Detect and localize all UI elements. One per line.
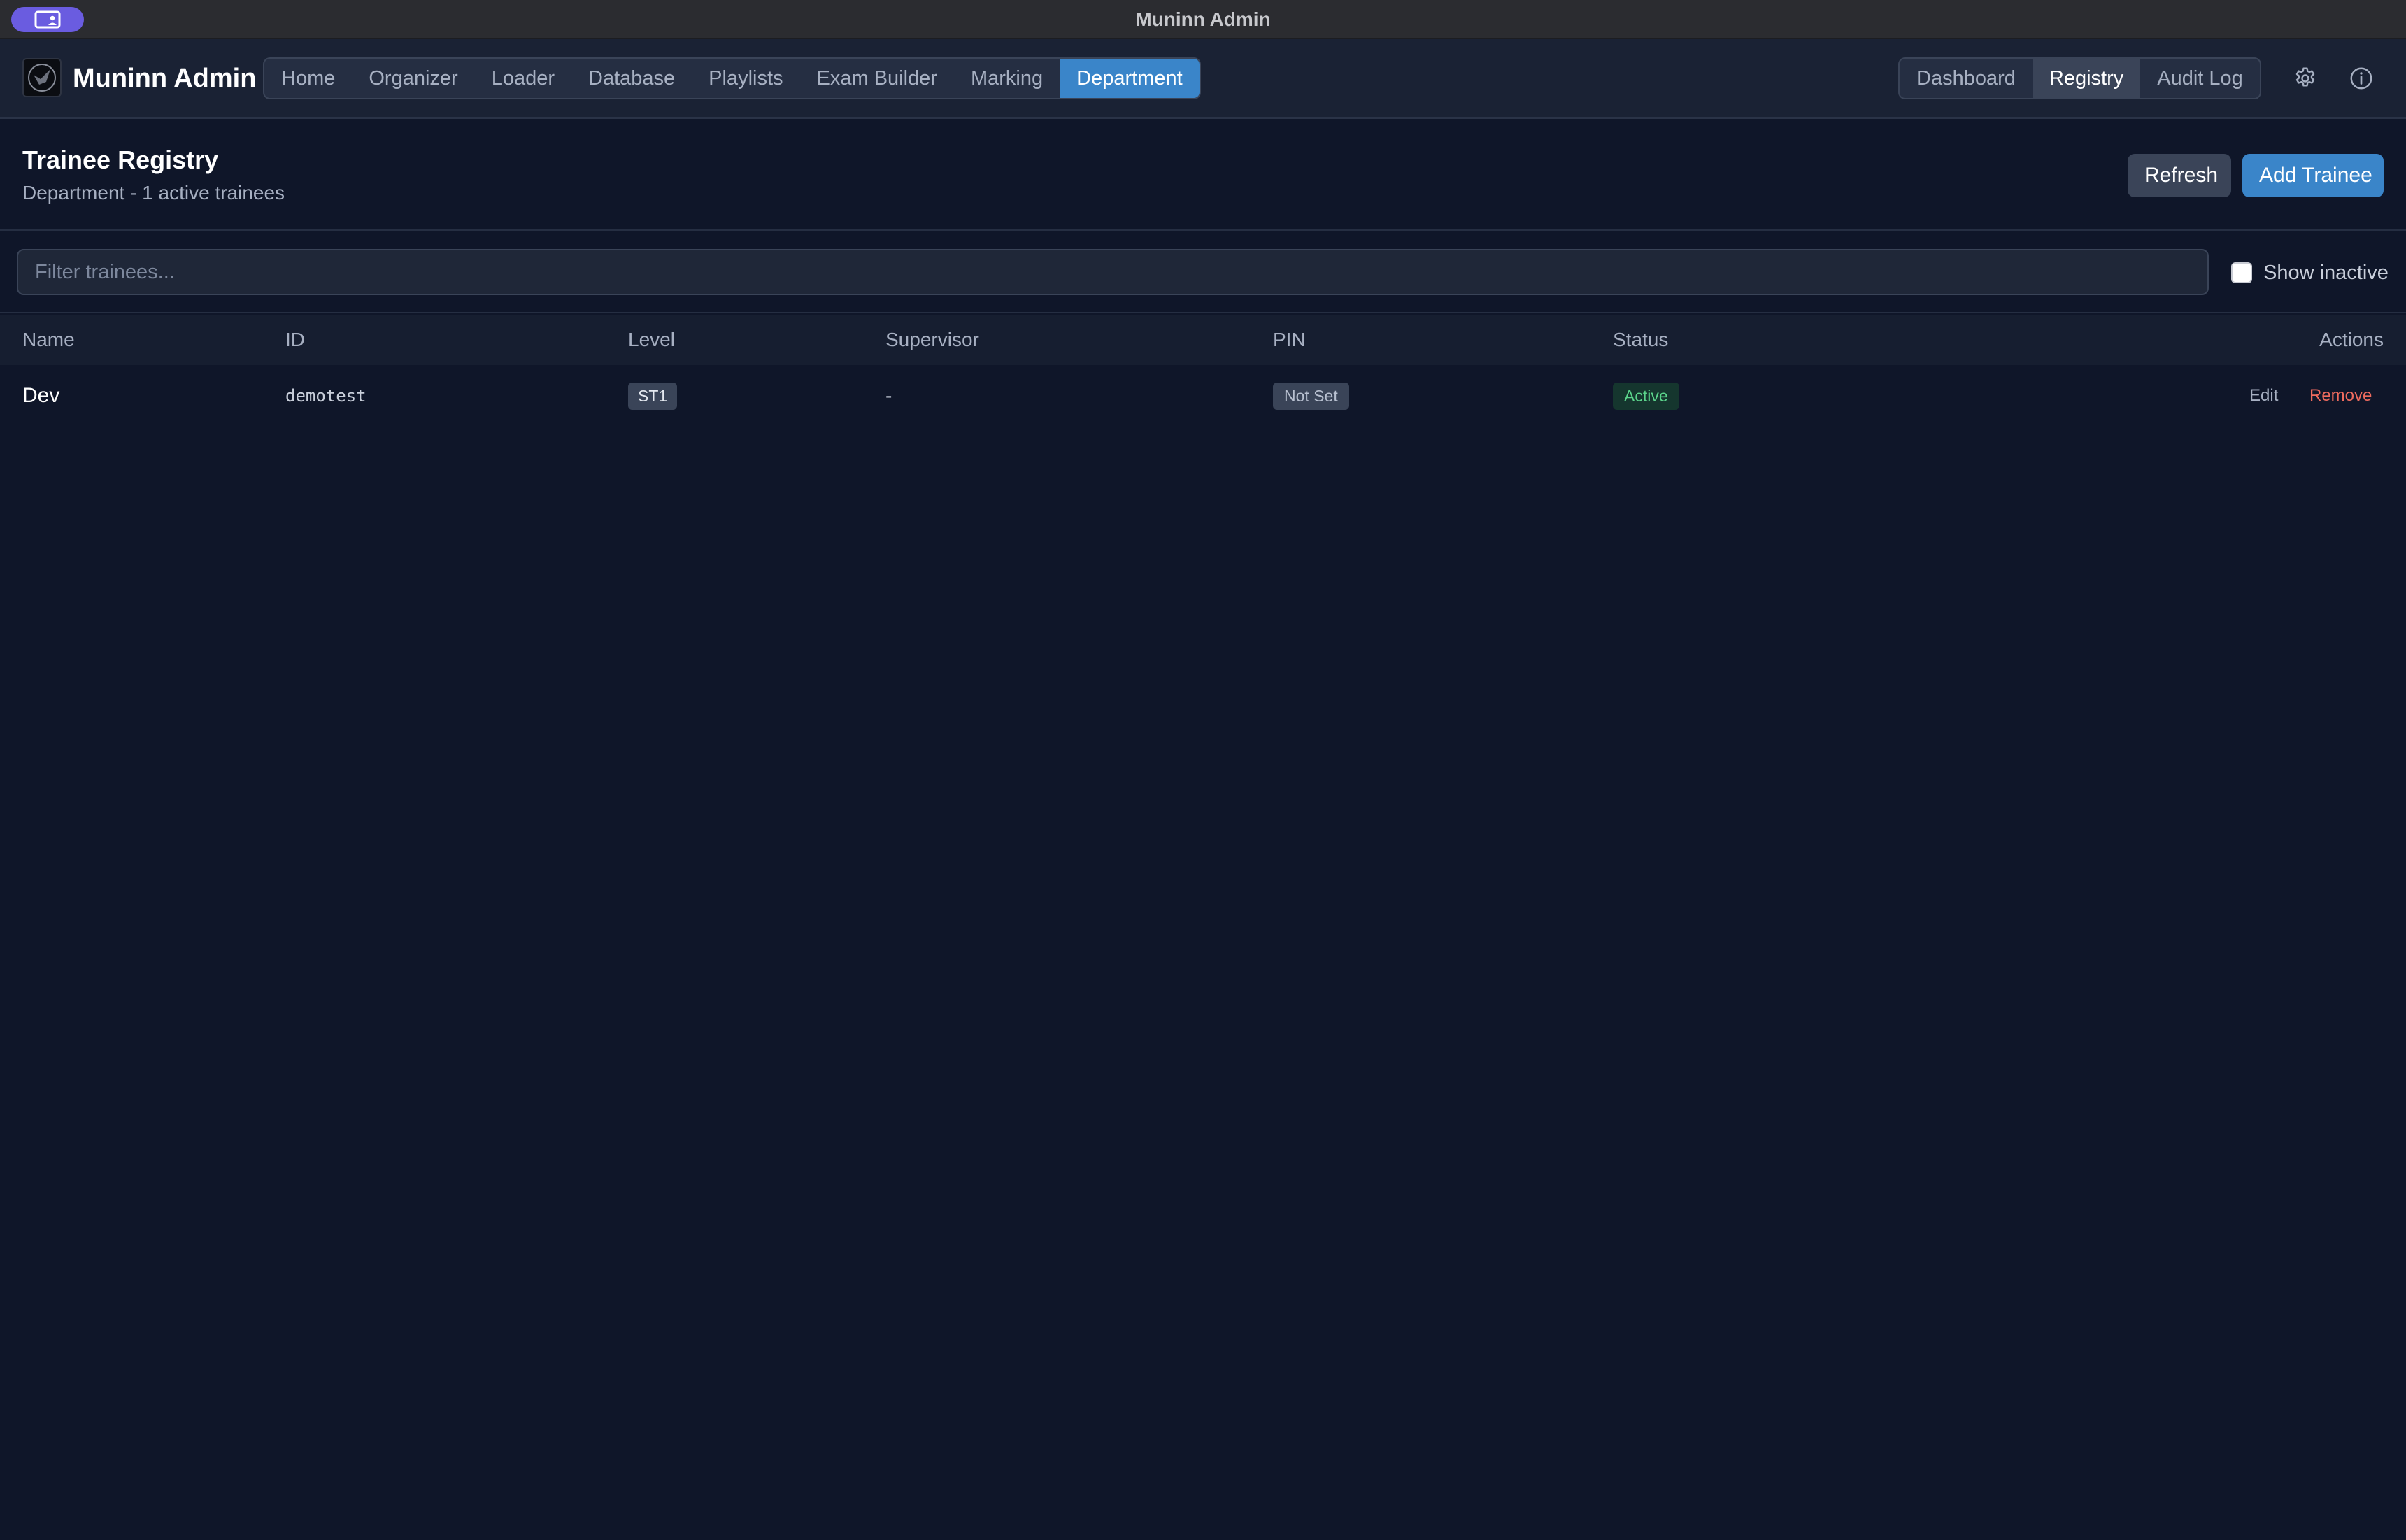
window-title: Muninn Admin bbox=[1135, 8, 1271, 30]
trainee-name: Dev bbox=[22, 384, 60, 407]
refresh-button[interactable]: Refresh bbox=[2128, 154, 2231, 197]
gear-icon bbox=[2295, 67, 2315, 87]
status-badge: Active bbox=[1613, 382, 1679, 410]
tab-department[interactable]: Department bbox=[1060, 59, 1200, 98]
app-logo bbox=[22, 58, 62, 97]
tab-playlists[interactable]: Playlists bbox=[692, 59, 799, 98]
status-cell: Active bbox=[1613, 365, 1679, 427]
tab-audit-log[interactable]: Audit Log bbox=[2140, 59, 2260, 98]
app-name: Muninn Admin bbox=[73, 64, 257, 93]
edit-cell: Edit bbox=[2249, 365, 2278, 427]
column-header-status[interactable]: Status bbox=[1613, 315, 1668, 365]
department-sub-tabs: Dashboard Registry Audit Log bbox=[1898, 57, 2261, 99]
page-header: Trainee Registry Department - 1 active t… bbox=[0, 119, 2406, 231]
trainee-id: demotest bbox=[285, 386, 366, 406]
tab-registry[interactable]: Registry bbox=[2032, 59, 2141, 98]
table-row[interactable]: Dev demotest ST1 - Not Set Active Edit R… bbox=[0, 365, 2406, 427]
trainee-supervisor: - bbox=[885, 385, 892, 406]
remove-cell: Remove bbox=[2309, 365, 2372, 427]
level-cell: ST1 bbox=[628, 365, 678, 427]
add-trainee-button[interactable]: Add Trainee bbox=[2242, 154, 2384, 197]
tab-marking[interactable]: Marking bbox=[954, 59, 1060, 98]
page-subtitle: Department - 1 active trainees bbox=[22, 182, 285, 204]
settings-button[interactable] bbox=[2291, 64, 2319, 92]
column-header-name[interactable]: Name bbox=[22, 315, 75, 365]
level-badge: ST1 bbox=[628, 382, 678, 410]
main-nav-tabs: Home Organizer Loader Database Playlists… bbox=[263, 57, 1201, 99]
column-header-level[interactable]: Level bbox=[628, 315, 675, 365]
app-header: Muninn Admin Home Organizer Loader Datab… bbox=[0, 39, 2406, 119]
tab-database[interactable]: Database bbox=[571, 59, 692, 98]
edit-button[interactable]: Edit bbox=[2249, 386, 2278, 406]
filter-trainees-input[interactable] bbox=[17, 249, 2209, 295]
column-header-pin[interactable]: PIN bbox=[1273, 315, 1306, 365]
page-title: Trainee Registry bbox=[22, 145, 219, 174]
tab-exam-builder[interactable]: Exam Builder bbox=[800, 59, 954, 98]
tab-organizer[interactable]: Organizer bbox=[352, 59, 474, 98]
pin-badge: Not Set bbox=[1273, 382, 1349, 410]
show-inactive-label: Show inactive bbox=[2263, 261, 2389, 284]
remove-button[interactable]: Remove bbox=[2309, 386, 2372, 406]
info-button[interactable] bbox=[2347, 64, 2375, 92]
show-inactive-toggle[interactable]: Show inactive bbox=[2231, 259, 2389, 287]
pin-cell: Not Set bbox=[1273, 365, 1349, 427]
table-header: Name ID Level Supervisor PIN Status Acti… bbox=[0, 315, 2406, 365]
column-header-id[interactable]: ID bbox=[285, 315, 305, 365]
filter-bar: Show inactive bbox=[0, 232, 2406, 313]
column-header-supervisor[interactable]: Supervisor bbox=[885, 315, 979, 365]
column-header-actions: Actions bbox=[2319, 329, 2384, 350]
tab-home[interactable]: Home bbox=[264, 59, 352, 98]
window-titlebar: Muninn Admin bbox=[0, 0, 2406, 39]
info-icon bbox=[2350, 67, 2372, 90]
show-inactive-checkbox[interactable] bbox=[2231, 262, 2252, 283]
tab-dashboard[interactable]: Dashboard bbox=[1900, 59, 2033, 98]
tab-loader[interactable]: Loader bbox=[475, 59, 571, 98]
raven-logo-icon bbox=[28, 64, 56, 92]
